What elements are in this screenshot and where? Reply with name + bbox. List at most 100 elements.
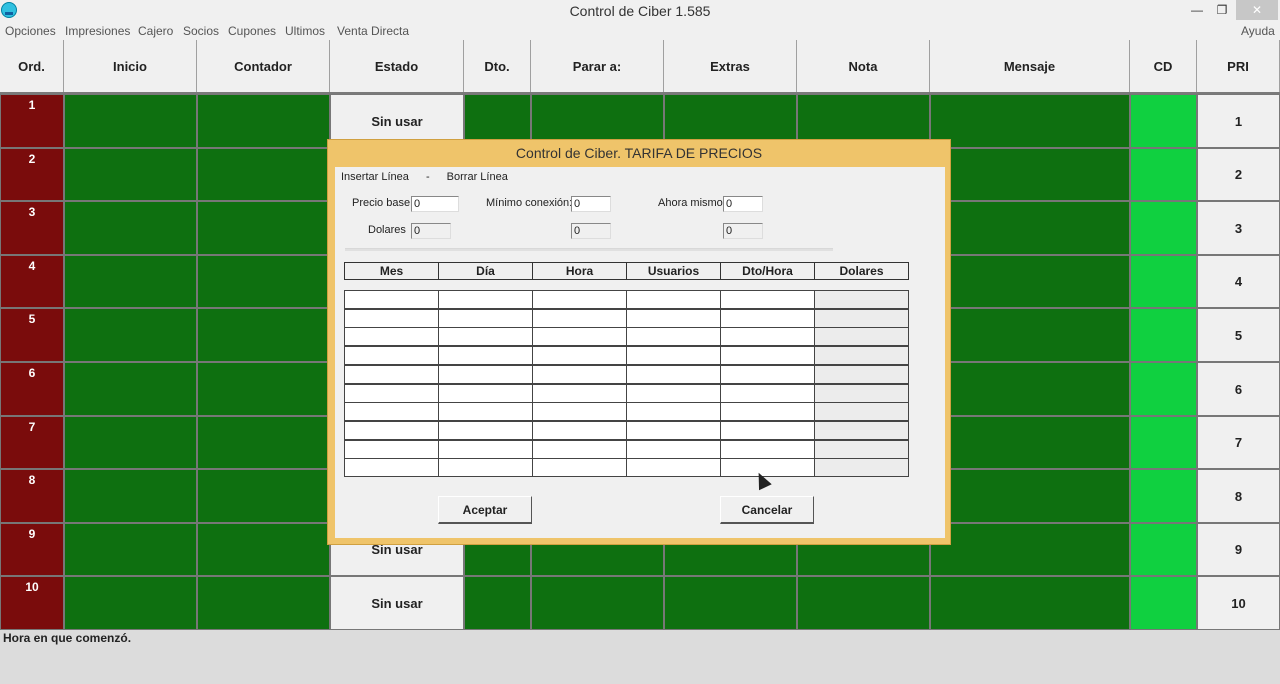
- tarifa-cell-hora[interactable]: [532, 439, 627, 459]
- tarifa-cell-dolares[interactable]: [814, 308, 909, 328]
- row-ord-cell[interactable]: 8: [0, 469, 64, 523]
- row-ord-cell[interactable]: 7: [0, 416, 64, 469]
- minimize-button[interactable]: —: [1185, 0, 1209, 20]
- tarifa-cell-mes[interactable]: [344, 402, 439, 422]
- row-inicio-cell[interactable]: [64, 523, 197, 576]
- row-parar-cell[interactable]: [531, 576, 664, 630]
- tarifa-cell-dolares[interactable]: [814, 402, 909, 422]
- row-mensaje-cell[interactable]: [930, 523, 1130, 576]
- tarifa-cell-dia[interactable]: [438, 308, 533, 328]
- tarifa-cell-usuarios[interactable]: [626, 327, 721, 347]
- restore-button[interactable]: ❐: [1209, 0, 1235, 20]
- row-mensaje-cell[interactable]: [930, 308, 1130, 362]
- minimo-dolares-input[interactable]: [571, 223, 611, 239]
- header-pri[interactable]: PRI: [1197, 40, 1280, 92]
- menu-ultimos[interactable]: Ultimos: [285, 24, 325, 38]
- row-pri-cell[interactable]: 6: [1197, 362, 1280, 416]
- row-mensaje-cell[interactable]: [930, 148, 1130, 201]
- row-mensaje-cell[interactable]: [930, 576, 1130, 630]
- ahora-mismo-input[interactable]: [723, 196, 763, 212]
- header-ord[interactable]: Ord.: [0, 40, 64, 92]
- row-contador-cell[interactable]: [197, 148, 330, 201]
- row-pri-cell[interactable]: 7: [1197, 416, 1280, 469]
- tarifa-cell-dia[interactable]: [438, 439, 533, 459]
- row-ord-cell[interactable]: 2: [0, 148, 64, 201]
- tarifa-cell-dolares[interactable]: [814, 346, 909, 366]
- tarifa-cell-dto-hora[interactable]: [720, 439, 815, 459]
- tarifa-cell-mes[interactable]: [344, 458, 439, 478]
- tarifa-cell-dia[interactable]: [438, 420, 533, 440]
- tarifa-cell-dia[interactable]: [438, 402, 533, 422]
- tarifa-cell-usuarios[interactable]: [626, 346, 721, 366]
- aceptar-button[interactable]: Aceptar: [438, 496, 532, 524]
- header-estado[interactable]: Estado: [330, 40, 464, 92]
- menu-socios[interactable]: Socios: [183, 24, 219, 38]
- tarifa-cell-dto-hora[interactable]: [720, 327, 815, 347]
- header-nota[interactable]: Nota: [797, 40, 930, 92]
- row-ord-cell[interactable]: 3: [0, 201, 64, 255]
- row-mensaje-cell[interactable]: [930, 362, 1130, 416]
- row-inicio-cell[interactable]: [64, 308, 197, 362]
- row-mensaje-cell[interactable]: [930, 201, 1130, 255]
- close-button[interactable]: ✕: [1236, 0, 1278, 20]
- row-contador-cell[interactable]: [197, 255, 330, 308]
- header-inicio[interactable]: Inicio: [64, 40, 197, 92]
- tarifa-cell-dto-hora[interactable]: [720, 290, 815, 309]
- tarifa-cell-dia[interactable]: [438, 290, 533, 309]
- tarifa-cell-mes[interactable]: [344, 290, 439, 309]
- row-inicio-cell[interactable]: [64, 201, 197, 255]
- row-pri-cell[interactable]: 1: [1197, 94, 1280, 148]
- row-pri-cell[interactable]: 2: [1197, 148, 1280, 201]
- menu-impresiones[interactable]: Impresiones: [65, 24, 130, 38]
- menu-cajero[interactable]: Cajero: [138, 24, 173, 38]
- tarifa-cell-dto-hora[interactable]: [720, 402, 815, 422]
- tarifa-cell-hora[interactable]: [532, 383, 627, 403]
- row-contador-cell[interactable]: [197, 416, 330, 469]
- row-cd-cell[interactable]: [1130, 94, 1197, 148]
- tarifa-cell-dia[interactable]: [438, 383, 533, 403]
- tarifa-cell-mes[interactable]: [344, 420, 439, 440]
- tarifa-cell-dto-hora[interactable]: [720, 364, 815, 384]
- row-contador-cell[interactable]: [197, 308, 330, 362]
- insertar-linea-menu[interactable]: Insertar Línea: [341, 171, 409, 183]
- tarifa-cell-usuarios[interactable]: [626, 402, 721, 422]
- row-inicio-cell[interactable]: [64, 416, 197, 469]
- tarifa-cell-dia[interactable]: [438, 458, 533, 478]
- tarifa-cell-dolares[interactable]: [814, 383, 909, 403]
- row-inicio-cell[interactable]: [64, 94, 197, 148]
- tarifa-cell-dto-hora[interactable]: [720, 308, 815, 328]
- header-extras[interactable]: Extras: [664, 40, 797, 92]
- row-mensaje-cell[interactable]: [930, 416, 1130, 469]
- row-ord-cell[interactable]: 1: [0, 94, 64, 148]
- row-cd-cell[interactable]: [1130, 416, 1197, 469]
- tarifa-cell-mes[interactable]: [344, 364, 439, 384]
- row-inicio-cell[interactable]: [64, 148, 197, 201]
- row-ord-cell[interactable]: 6: [0, 362, 64, 416]
- tarifa-cell-mes[interactable]: [344, 439, 439, 459]
- tarifa-cell-dia[interactable]: [438, 327, 533, 347]
- tarifa-cell-dto-hora[interactable]: [720, 420, 815, 440]
- row-contador-cell[interactable]: [197, 94, 330, 148]
- row-inicio-cell[interactable]: [64, 255, 197, 308]
- tarifa-cell-hora[interactable]: [532, 364, 627, 384]
- tarifa-cell-usuarios[interactable]: [626, 383, 721, 403]
- row-cd-cell[interactable]: [1130, 576, 1197, 630]
- row-cd-cell[interactable]: [1130, 469, 1197, 523]
- row-estado-cell[interactable]: Sin usar: [330, 576, 464, 630]
- tarifa-cell-mes[interactable]: [344, 308, 439, 328]
- tarifa-cell-dolares[interactable]: [814, 364, 909, 384]
- tarifa-cell-hora[interactable]: [532, 346, 627, 366]
- row-ord-cell[interactable]: 5: [0, 308, 64, 362]
- tarifa-cell-dolares[interactable]: [814, 420, 909, 440]
- row-pri-cell[interactable]: 5: [1197, 308, 1280, 362]
- row-cd-cell[interactable]: [1130, 362, 1197, 416]
- tarifa-cell-mes[interactable]: [344, 346, 439, 366]
- row-dto-cell[interactable]: [464, 576, 531, 630]
- tarifa-cell-dto-hora[interactable]: [720, 346, 815, 366]
- row-mensaje-cell[interactable]: [930, 469, 1130, 523]
- precio-base-input[interactable]: [411, 196, 459, 212]
- menu-ayuda[interactable]: Ayuda: [1241, 24, 1275, 38]
- row-inicio-cell[interactable]: [64, 469, 197, 523]
- tarifa-cell-usuarios[interactable]: [626, 439, 721, 459]
- tarifa-cell-dolares[interactable]: [814, 327, 909, 347]
